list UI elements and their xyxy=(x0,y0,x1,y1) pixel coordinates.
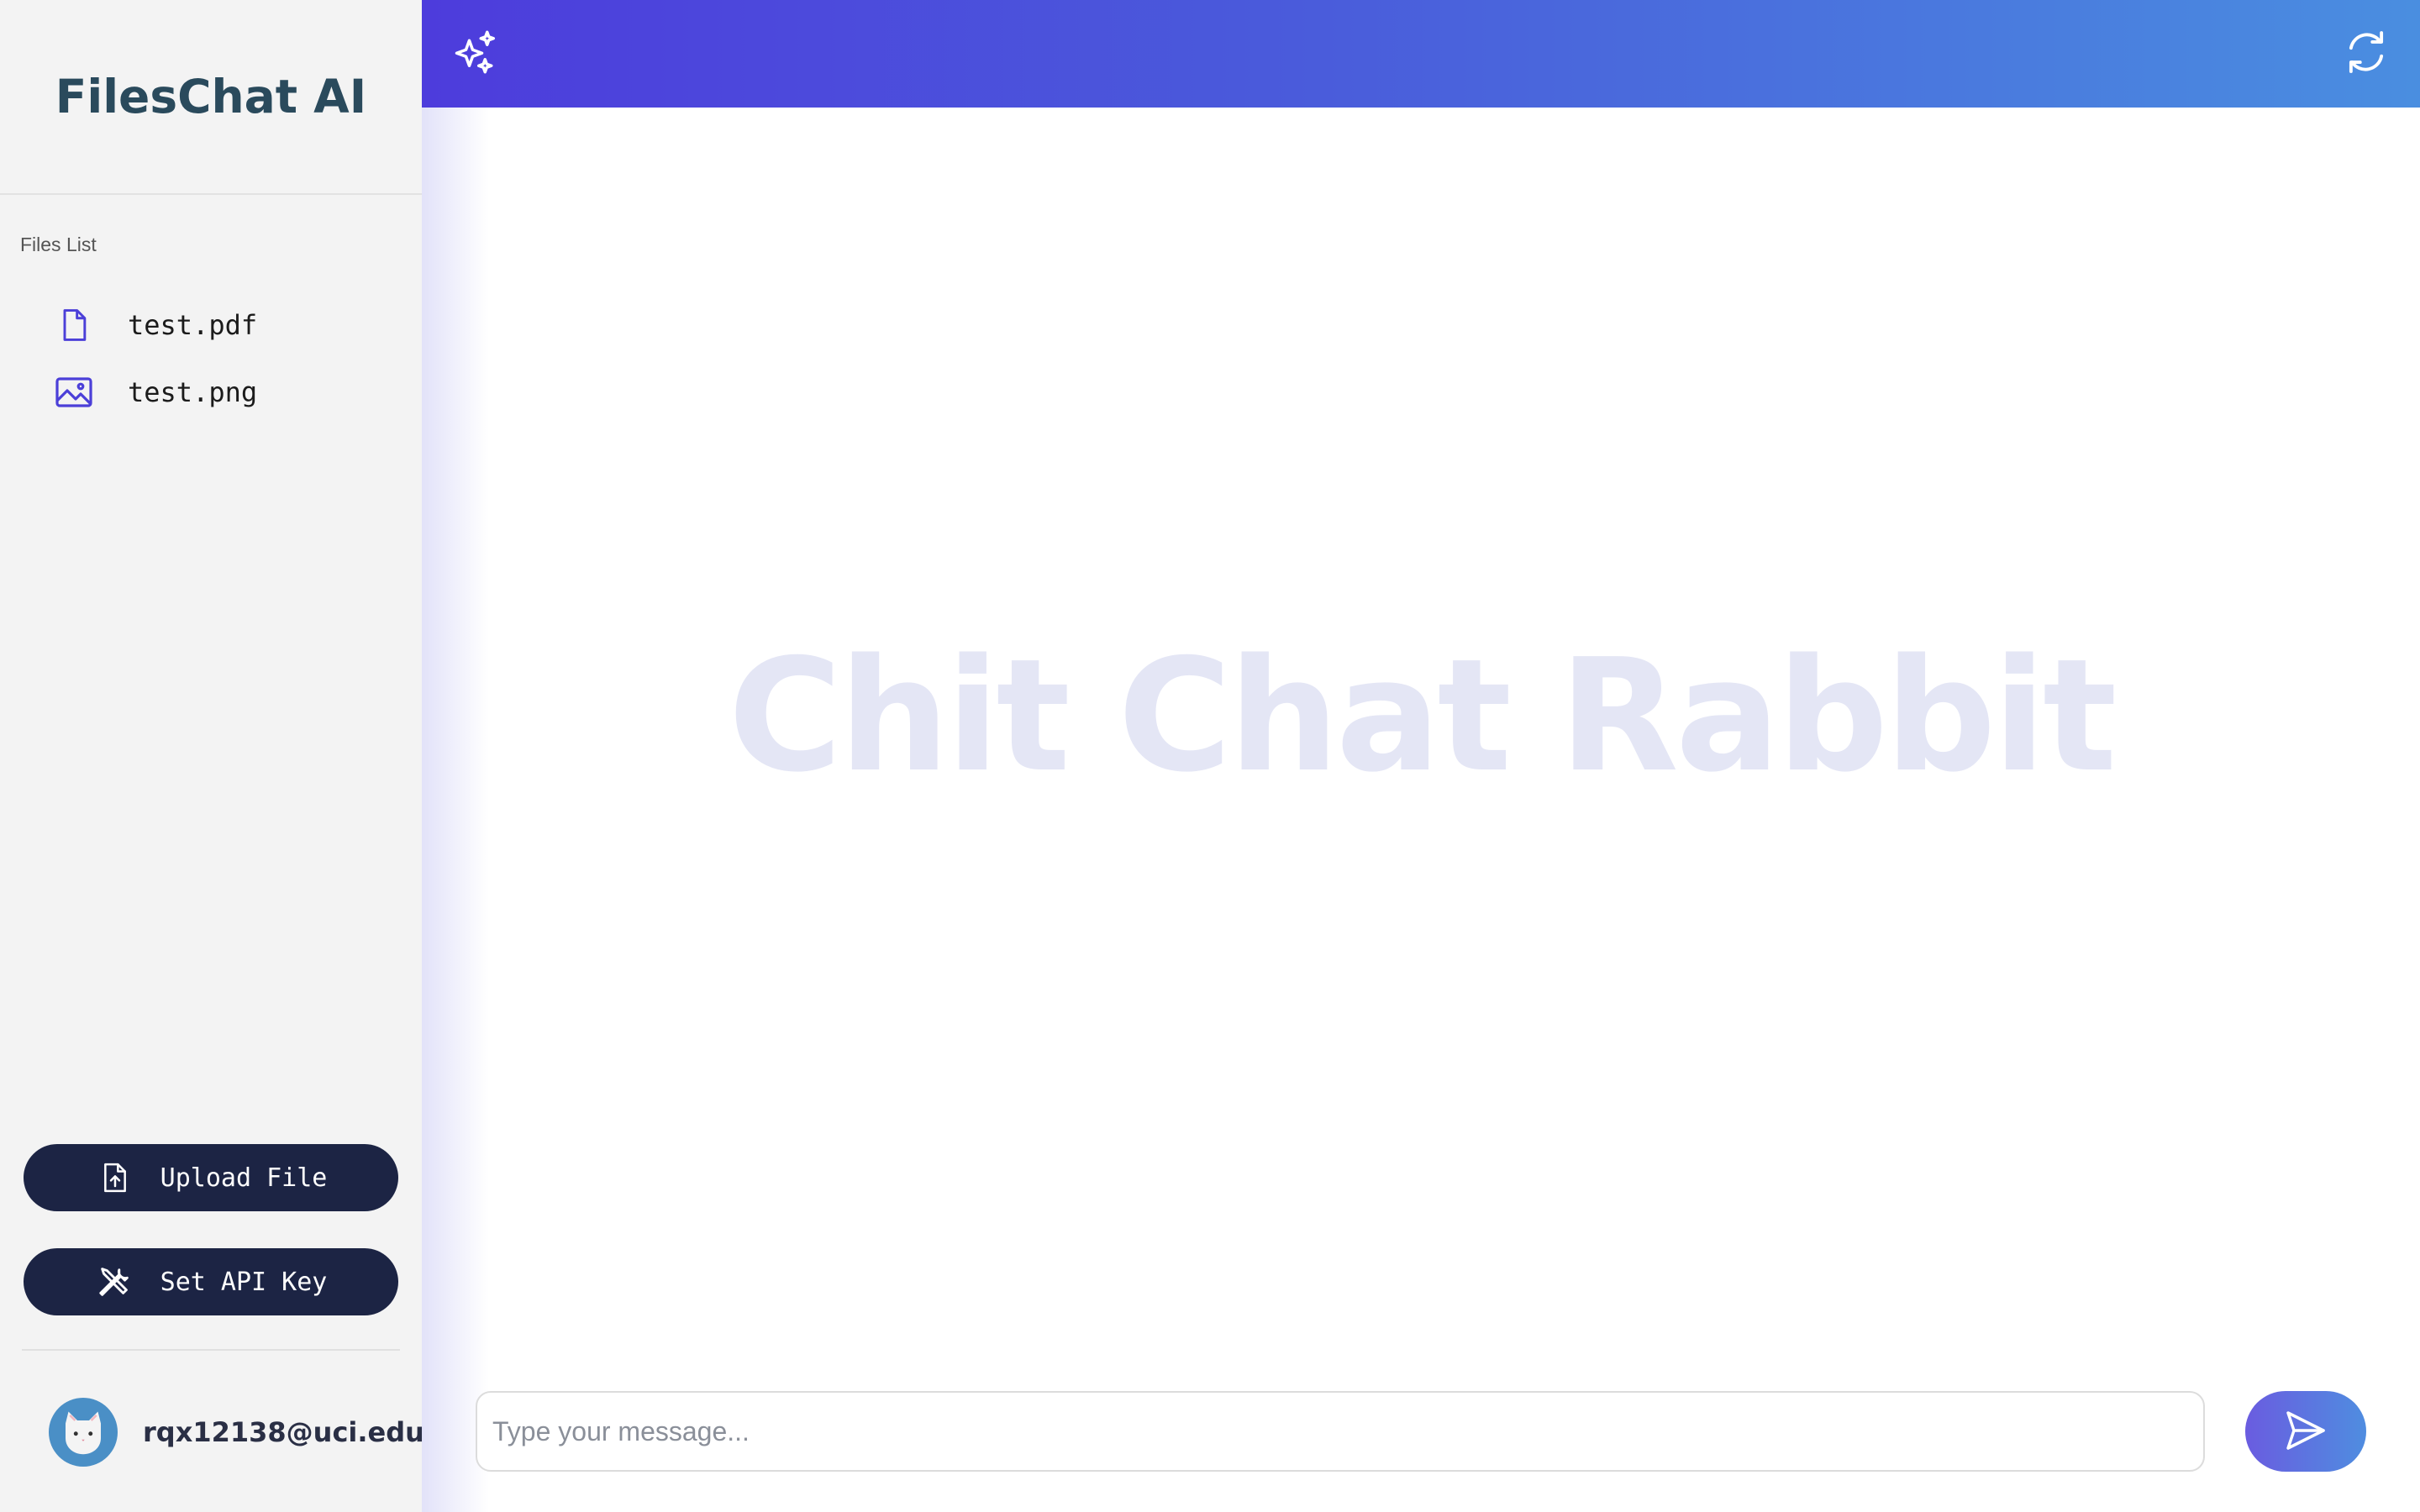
app-window: FilesChat AI Files List test.pdf test.pn… xyxy=(0,0,2420,1512)
file-name: test.png xyxy=(128,376,258,408)
user-profile[interactable]: rqx12138@uci.edu xyxy=(49,1398,424,1467)
refresh-button[interactable] xyxy=(2338,25,2395,82)
message-input[interactable] xyxy=(476,1391,2205,1472)
upload-file-button[interactable]: Upload File xyxy=(24,1144,398,1211)
files-list-label: Files List xyxy=(20,234,97,255)
sidebar: FilesChat AI Files List test.pdf test.pn… xyxy=(0,0,424,1512)
app-title: FilesChat AI xyxy=(55,70,367,123)
set-api-key-button[interactable]: Set API Key xyxy=(24,1248,398,1315)
sidebar-shadow xyxy=(422,108,489,1512)
document-icon xyxy=(47,298,101,352)
top-bar xyxy=(422,0,2420,108)
refresh-icon xyxy=(2342,28,2391,81)
file-upload-icon xyxy=(95,1158,135,1198)
set-api-key-label: Set API Key xyxy=(160,1267,328,1297)
file-item-png[interactable]: test.png xyxy=(47,363,400,422)
image-icon xyxy=(47,365,101,419)
sidebar-divider xyxy=(22,1349,400,1351)
upload-file-label: Upload File xyxy=(160,1163,328,1193)
avatar xyxy=(49,1398,118,1467)
file-name: test.pdf xyxy=(128,309,258,341)
sparkles-icon xyxy=(450,26,501,82)
file-item-pdf[interactable]: test.pdf xyxy=(47,296,400,354)
user-email: rqx12138@uci.edu xyxy=(143,1416,424,1448)
watermark-title: Chit Chat Rabbit xyxy=(728,625,2118,806)
cat-avatar-icon xyxy=(66,1411,101,1455)
sparkles-button[interactable] xyxy=(447,25,504,82)
brand-header: FilesChat AI xyxy=(0,0,422,195)
send-button[interactable] xyxy=(2245,1391,2366,1472)
send-icon xyxy=(2281,1407,2331,1457)
tools-icon xyxy=(95,1262,135,1302)
